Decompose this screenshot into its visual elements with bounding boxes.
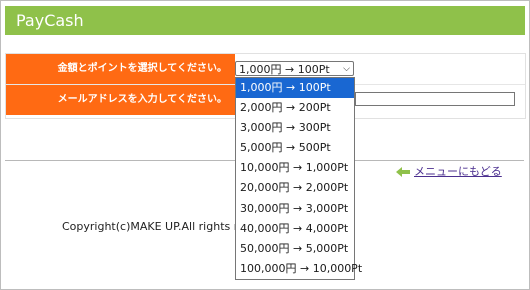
dropdown-option[interactable]: 10,000円 → 1,000Pt [236,158,354,178]
back-to-menu-link[interactable]: メニューにもどる [396,165,502,179]
back-to-menu-label: メニューにもどる [414,165,502,178]
amount-dropdown-list[interactable]: 1,000円 → 100Pt 2,000円 → 200Pt 3,000円 → 3… [235,77,362,280]
chevron-down-icon: ⌵ [343,64,350,74]
arrow-left-icon [396,167,410,177]
dropdown-option[interactable]: 5,000円 → 500Pt [236,138,354,158]
amount-label: 金額とポイントを選択してください。 [6,54,235,84]
dropdown-option[interactable]: 100,000円 → 10,000Pt [236,259,362,279]
amount-select-value: 1,000円 → 100Pt [239,63,330,76]
amount-select[interactable]: 1,000円 → 100Pt ⌵ [235,61,354,76]
email-label: メールアドレスを入力してください。 [6,85,235,115]
email-field[interactable] [355,92,515,106]
dropdown-option[interactable]: 50,000円 → 5,000Pt [236,239,354,259]
page-header: PayCash [5,6,525,35]
dropdown-option[interactable]: 3,000円 → 300Pt [236,118,354,138]
dropdown-option[interactable]: 2,000円 → 200Pt [236,98,354,118]
page-title: PayCash [16,11,84,30]
dropdown-option[interactable]: 30,000円 → 3,000Pt [236,199,354,219]
dropdown-option[interactable]: 1,000円 → 100Pt [236,78,354,99]
dropdown-option[interactable]: 20,000円 → 2,000Pt [236,178,354,198]
dropdown-option[interactable]: 40,000円 → 4,000Pt [236,219,354,239]
